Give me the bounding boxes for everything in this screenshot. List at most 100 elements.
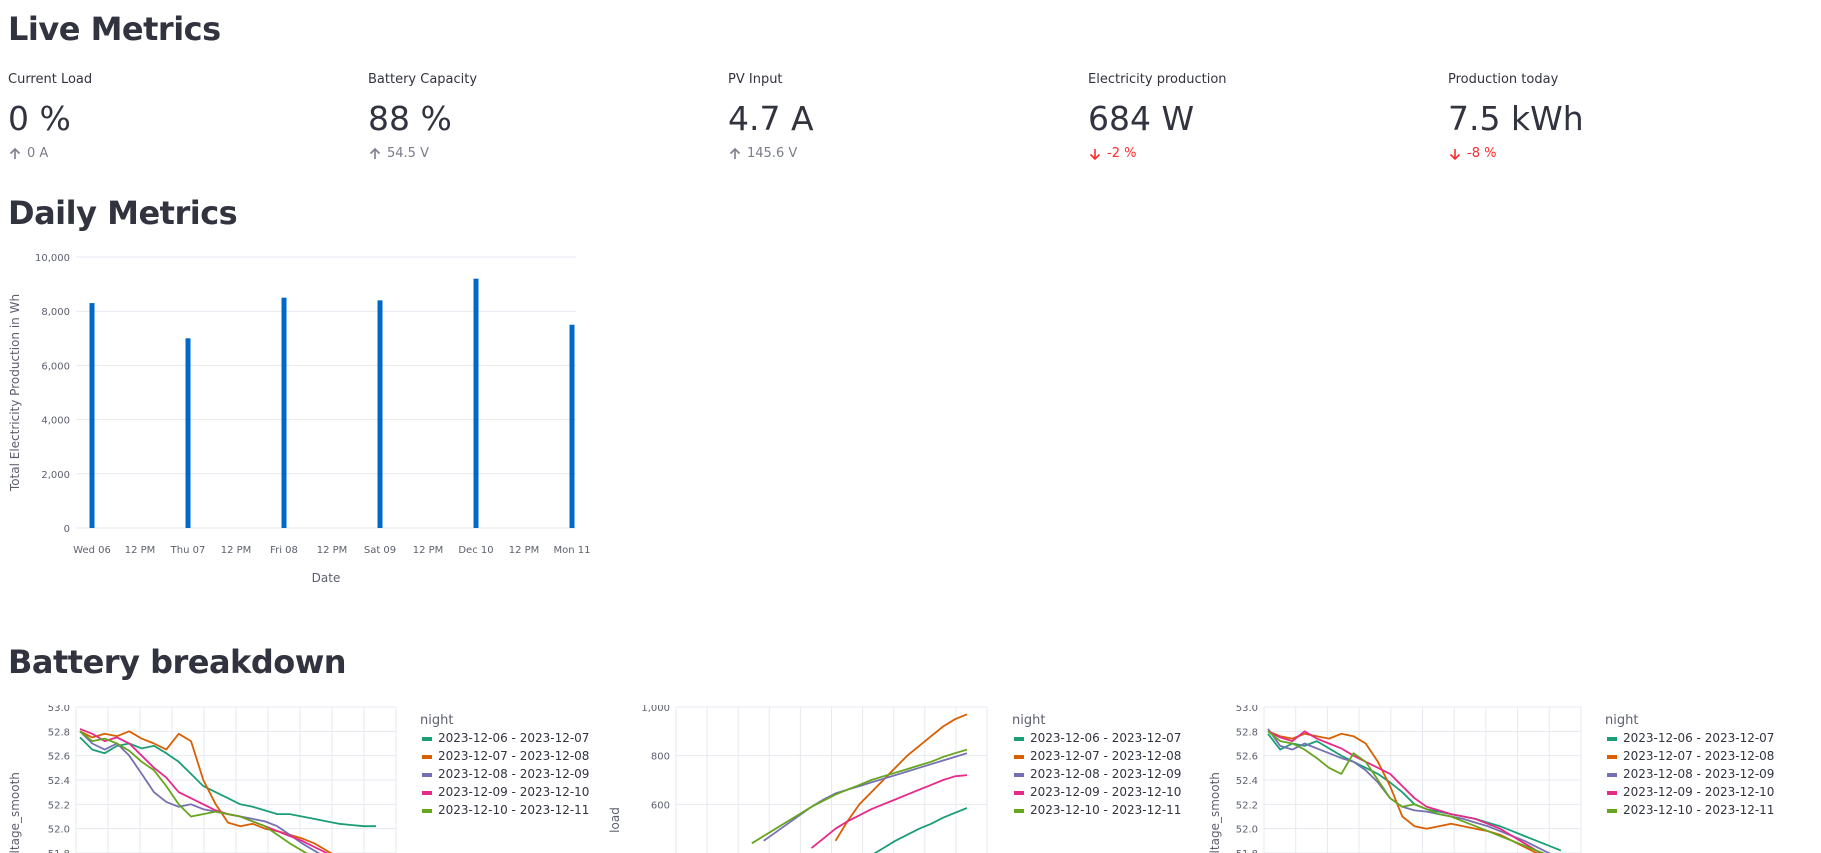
y-tick-label: 1,000 — [641, 705, 670, 714]
legend-item-label: 2023-12-06 - 2023-12-07 — [1623, 731, 1774, 745]
y-tick-label: 51.8 — [1236, 849, 1258, 853]
metric-label: Production today — [1448, 72, 1559, 87]
series-line — [1267, 730, 1546, 853]
y-tick-label: 51.8 — [48, 849, 70, 853]
x-axis-title: Date — [312, 571, 341, 585]
legend-item-label: 2023-12-10 - 2023-12-11 — [1030, 803, 1181, 817]
legend-item-label: 2023-12-07 - 2023-12-08 — [1623, 749, 1774, 763]
metric-electricity-production: Electricity production 684 W -2 % — [1088, 72, 1428, 161]
metric-delta: 54.5 V — [368, 146, 708, 161]
y-tick-label: 52.2 — [48, 800, 70, 811]
legend-item-label: 2023-12-09 - 2023-12-10 — [438, 785, 589, 799]
arrow-up-icon — [728, 147, 742, 161]
x-tick-label: Sat 09 — [364, 545, 396, 556]
bar — [185, 338, 191, 528]
legend-title: night — [1012, 713, 1045, 728]
live-metrics-heading: Live Metrics — [8, 10, 221, 48]
metric-production-today: Production today 7.5 kWh -8 % — [1448, 72, 1788, 161]
bar — [473, 278, 479, 528]
daily-production-bar-chart: 0 2,000 4,000 6,000 8,000 10,000 Wed 06 12 PM Th… — [8, 253, 591, 585]
series-line — [873, 807, 968, 853]
battery-breakdown-heading: Battery breakdown — [8, 643, 347, 681]
metric-battery-capacity: Battery Capacity 88 % 54.5 V — [368, 72, 708, 161]
arrow-up-icon — [8, 147, 22, 161]
series-line — [1267, 728, 1551, 853]
y-axis-title: voltage_smooth — [8, 772, 22, 853]
metric-label: Battery Capacity — [368, 72, 478, 87]
metric-delta-text: -2 % — [1107, 146, 1137, 161]
x-tick-label: Fri 08 — [270, 545, 298, 556]
x-tick-label: Mon 11 — [554, 545, 591, 556]
metric-delta-text: -8 % — [1467, 146, 1497, 161]
legend-swatch — [422, 755, 432, 759]
series-line — [1267, 730, 1539, 853]
y-tick-label: 8,000 — [41, 307, 70, 318]
arrow-up-icon — [368, 147, 382, 161]
legend-swatch — [1607, 809, 1617, 813]
metric-delta-text: 0 A — [27, 146, 49, 161]
legend-swatch — [422, 773, 432, 777]
y-tick-label: 52.6 — [48, 752, 70, 763]
legend-item-label: 2023-12-07 - 2023-12-08 — [1030, 749, 1181, 763]
legend-item-label: 2023-12-08 - 2023-12-09 — [438, 767, 589, 781]
metric-delta: 145.6 V — [728, 146, 1068, 161]
x-tick-label: 12 PM — [125, 545, 156, 556]
battery-voltage-chart-2: 51.8 52.0 52.2 52.4 52.6 52.8 53.0 voltage_smoo… — [1208, 705, 1774, 853]
y-tick-label: 10,000 — [35, 253, 70, 264]
metric-current-load: Current Load 0 % 0 A — [8, 72, 348, 161]
legend-swatch — [422, 791, 432, 795]
legend-swatch — [1014, 791, 1024, 795]
x-tick-label: 12 PM — [509, 545, 540, 556]
series-line — [810, 774, 968, 849]
y-tick-label: 600 — [651, 800, 670, 811]
y-axis-title: Total Electricity Production in Wh — [8, 294, 22, 492]
metric-value: 7.5 kWh — [1448, 99, 1584, 138]
y-tick-label: 52.6 — [1236, 752, 1258, 763]
legend-title: night — [420, 713, 453, 728]
legend-swatch — [1607, 791, 1617, 795]
legend-item-label: 2023-12-10 - 2023-12-11 — [438, 803, 589, 817]
y-tick-label: 52.8 — [1236, 727, 1258, 738]
metric-value: 0 % — [8, 99, 71, 138]
legend-item-label: 2023-12-07 - 2023-12-08 — [438, 749, 589, 763]
legend-item-label: 2023-12-10 - 2023-12-11 — [1623, 803, 1774, 817]
legend-item-label: 2023-12-06 - 2023-12-07 — [1030, 731, 1181, 745]
x-tick-label: 12 PM — [317, 545, 348, 556]
y-tick-label: 52.4 — [48, 776, 70, 787]
metric-delta-text: 145.6 V — [747, 146, 798, 161]
series-line — [834, 713, 968, 842]
y-tick-label: 0 — [64, 524, 70, 535]
y-tick-label: 52.2 — [1236, 800, 1258, 811]
daily-metrics-heading: Daily Metrics — [8, 194, 238, 232]
y-tick-label: 53.0 — [48, 705, 70, 714]
legend-item-label: 2023-12-09 - 2023-12-10 — [1030, 785, 1181, 799]
y-tick-label: 6,000 — [41, 361, 70, 372]
x-tick-label: Wed 06 — [73, 545, 111, 556]
metric-delta: 0 A — [8, 146, 348, 161]
y-tick-label: 52.4 — [1236, 776, 1258, 787]
x-tick-label: Thu 07 — [170, 545, 206, 556]
legend-item-label: 2023-12-09 - 2023-12-10 — [1623, 785, 1774, 799]
battery-voltage-chart-1: 51.8 52.0 52.2 52.4 52.6 52.8 53.0 voltage_smoo… — [8, 705, 589, 853]
legend-item-label: 2023-12-08 - 2023-12-09 — [1030, 767, 1181, 781]
legend-swatch — [422, 809, 432, 813]
legend-swatch — [1014, 737, 1024, 741]
metric-delta: -2 % — [1088, 146, 1428, 161]
legend-swatch — [1607, 737, 1617, 741]
legend-item-label: 2023-12-06 - 2023-12-07 — [438, 731, 589, 745]
y-axis-title: load — [608, 807, 622, 833]
y-tick-label: 2,000 — [41, 470, 70, 481]
metric-value: 88 % — [368, 99, 452, 138]
legend-swatch — [422, 737, 432, 741]
y-tick-label: 52.8 — [48, 727, 70, 738]
battery-load-chart: 600 800 1,000 load night 2023-12-06 - 2023-12… — [608, 705, 1181, 853]
legend-swatch — [1014, 755, 1024, 759]
metric-value: 4.7 A — [728, 99, 814, 138]
y-axis-title: voltage_smooth — [1208, 772, 1222, 853]
legend-title: night — [1605, 713, 1638, 728]
x-tick-label: 12 PM — [221, 545, 252, 556]
bar — [89, 303, 95, 528]
metric-pv-input: PV Input 4.7 A 145.6 V — [728, 72, 1068, 161]
legend-swatch — [1607, 755, 1617, 759]
y-tick-label: 53.0 — [1236, 705, 1258, 714]
